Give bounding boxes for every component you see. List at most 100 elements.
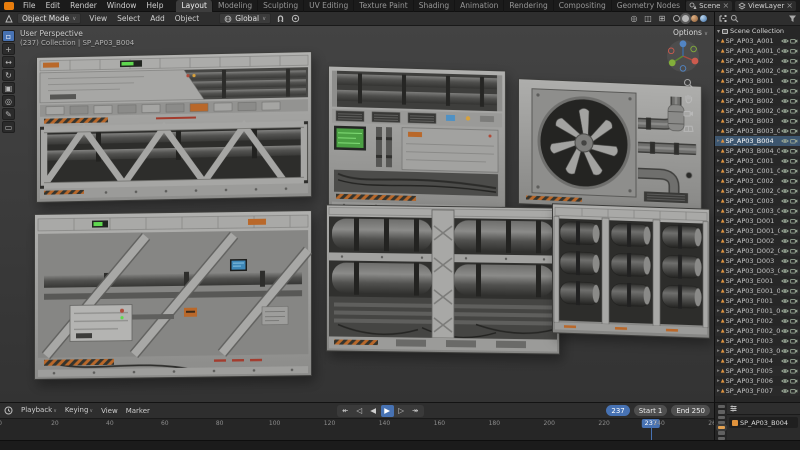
select-box-tool[interactable]: ▫ — [2, 30, 15, 42]
scene-unlink-button[interactable] — [722, 2, 729, 10]
hide-viewport-icon[interactable] — [781, 47, 789, 55]
object-name[interactable]: SP_AP03_B001 — [726, 77, 780, 85]
hide-viewport-icon[interactable] — [781, 187, 789, 195]
play-reverse-button[interactable]: ◀ — [367, 405, 380, 417]
workspace-tab-animation[interactable]: Animation — [455, 0, 504, 12]
object-name[interactable]: SP_AP03_D001 — [726, 217, 780, 225]
disable-render-icon[interactable] — [790, 337, 798, 345]
outliner-row[interactable]: SP_AP03_D002 — [715, 236, 800, 246]
object-name[interactable]: SP_AP03_B003 — [726, 117, 780, 125]
current-frame-field[interactable]: 237 — [606, 405, 629, 416]
snap-magnet-icon[interactable] — [274, 13, 286, 24]
disable-render-icon[interactable] — [790, 217, 798, 225]
object-name[interactable]: SP_AP03_B003_02 — [726, 127, 780, 135]
scene-selector[interactable]: Scene — [686, 1, 732, 11]
outliner-row[interactable]: SP_AP03_F002_02 — [715, 326, 800, 336]
outliner-row[interactable]: SP_AP03_F002 — [715, 316, 800, 326]
hide-viewport-icon[interactable] — [781, 147, 789, 155]
menu-keying[interactable]: Keying — [61, 404, 97, 417]
outliner-row[interactable]: SP_AP03_C002_02 — [715, 186, 800, 196]
shading-wireframe-icon[interactable] — [673, 15, 680, 22]
disable-render-icon[interactable] — [790, 377, 798, 385]
disclosure-arrow[interactable] — [717, 38, 720, 44]
workspace-tab-geometry-nodes[interactable]: Geometry Nodes — [612, 0, 686, 12]
object-name[interactable]: SP_AP03_F006 — [726, 377, 780, 385]
menu-edit[interactable]: Edit — [41, 0, 66, 12]
hide-viewport-icon[interactable] — [781, 307, 789, 315]
model-wall-panel-1[interactable] — [36, 51, 312, 203]
hide-viewport-icon[interactable] — [781, 347, 789, 355]
model-wall-panel-4[interactable] — [34, 210, 312, 380]
hide-viewport-icon[interactable] — [781, 117, 789, 125]
disable-render-icon[interactable] — [790, 227, 798, 235]
disclosure-arrow[interactable] — [717, 358, 720, 364]
object-name[interactable]: SP_AP03_F001 — [726, 297, 780, 305]
hide-viewport-icon[interactable] — [781, 277, 789, 285]
outliner-row[interactable]: SP_AP03_F006 — [715, 376, 800, 386]
editor-type-3d-viewport-icon[interactable] — [4, 14, 14, 24]
disable-render-icon[interactable] — [790, 127, 798, 135]
model-fan-panel-3[interactable] — [518, 78, 702, 212]
hide-viewport-icon[interactable] — [781, 87, 789, 95]
outliner-row[interactable]: SP_AP03_A001_02 — [715, 46, 800, 56]
shading-material-icon[interactable] — [691, 15, 698, 22]
tab-tool[interactable] — [718, 405, 725, 408]
object-name[interactable]: SP_AP03_A001 — [726, 37, 780, 45]
next-keyframe-button[interactable]: ▷ — [395, 405, 408, 417]
disclosure-arrow[interactable] — [717, 58, 720, 64]
disable-render-icon[interactable] — [790, 277, 798, 285]
disable-render-icon[interactable] — [790, 167, 798, 175]
disable-render-icon[interactable] — [790, 207, 798, 215]
hide-viewport-icon[interactable] — [781, 387, 789, 395]
shading-rendered-icon[interactable] — [700, 15, 707, 22]
outliner-root-row[interactable]: Scene Collection — [715, 26, 800, 36]
workspace-tab-rendering[interactable]: Rendering — [504, 0, 553, 12]
object-name[interactable]: SP_AP03_F005 — [726, 367, 780, 375]
object-name[interactable]: SP_AP03_B004_02 — [726, 147, 780, 155]
play-button[interactable]: ▶ — [381, 405, 394, 417]
outliner-row[interactable]: SP_AP03_E001_02 — [715, 286, 800, 296]
disclosure-arrow[interactable] — [717, 198, 720, 204]
blender-logo-icon[interactable] — [4, 2, 14, 10]
disable-render-icon[interactable] — [790, 247, 798, 255]
transform-tool[interactable]: ◎ — [2, 95, 15, 107]
disclosure-arrow[interactable] — [717, 88, 720, 94]
hide-viewport-icon[interactable] — [781, 177, 789, 185]
workspace-tab-modeling[interactable]: Modeling — [213, 0, 258, 12]
workspace-tab-layout[interactable]: Layout — [176, 0, 213, 12]
outliner-row[interactable]: SP_AP03_A001 — [715, 36, 800, 46]
disclosure-arrow[interactable] — [717, 348, 720, 354]
tab-render[interactable] — [718, 410, 725, 413]
frame-end-field[interactable]: End 250 — [671, 405, 710, 416]
editor-type-properties-icon[interactable] — [729, 404, 738, 413]
disclosure-arrow[interactable] — [717, 178, 720, 184]
disclosure-arrow[interactable] — [717, 48, 720, 54]
object-name[interactable]: SP_AP03_B001_02 — [726, 87, 780, 95]
viewlayer-remove-button[interactable] — [786, 2, 793, 10]
model-tank-panel-5[interactable] — [326, 204, 560, 354]
object-name[interactable]: SP_AP03_F003_02 — [726, 347, 780, 355]
disclosure-arrow[interactable] — [717, 128, 720, 134]
move-tool[interactable]: ↔ — [2, 56, 15, 68]
tab-modifiers[interactable] — [718, 431, 725, 434]
search-icon[interactable] — [730, 14, 739, 23]
disclosure-arrow[interactable] — [717, 268, 720, 274]
zoom-icon[interactable] — [683, 78, 694, 89]
disclosure-arrow[interactable] — [717, 98, 720, 104]
disclosure-arrow[interactable] — [717, 118, 720, 124]
disable-render-icon[interactable] — [790, 37, 798, 45]
disclosure-arrow[interactable] — [717, 108, 720, 114]
object-name[interactable]: SP_AP03_C002 — [726, 177, 780, 185]
hide-viewport-icon[interactable] — [781, 227, 789, 235]
disclosure-arrow[interactable] — [717, 208, 720, 214]
disable-render-icon[interactable] — [790, 187, 798, 195]
tab-object[interactable] — [718, 426, 725, 429]
disable-render-icon[interactable] — [790, 197, 798, 205]
menu-window[interactable]: Window — [102, 0, 142, 12]
disclosure-arrow[interactable] — [717, 378, 720, 384]
object-name[interactable]: SP_AP03_D001_02 — [726, 227, 780, 235]
disclosure-arrow[interactable] — [717, 68, 720, 74]
hide-viewport-icon[interactable] — [781, 137, 789, 145]
active-object-breadcrumb[interactable]: SP_AP03_B004 — [729, 417, 798, 428]
hide-viewport-icon[interactable] — [781, 37, 789, 45]
